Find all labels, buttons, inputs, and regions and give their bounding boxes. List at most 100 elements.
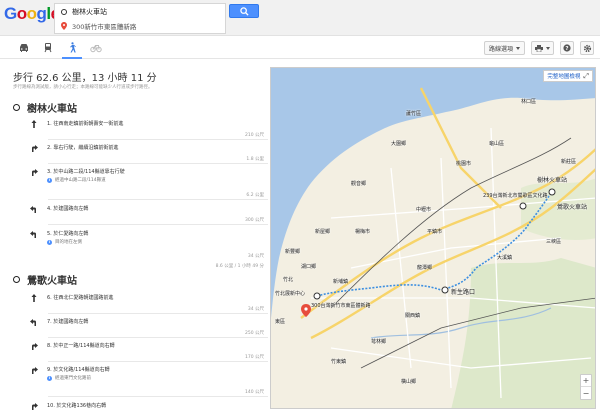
step-sub-text: 目的地在左側 bbox=[55, 240, 82, 245]
google-logo[interactable]: Google bbox=[4, 4, 60, 24]
step-distance: 1.8 公里 bbox=[246, 157, 264, 162]
map-label: 239台灣新北市鶯歌區文化路 bbox=[483, 193, 548, 199]
step-number: 8. bbox=[47, 343, 52, 349]
chevron-down-icon bbox=[516, 46, 520, 50]
step-number: 9. bbox=[47, 367, 52, 373]
map-label: 中壢市 bbox=[416, 207, 432, 213]
transit-mode-button[interactable] bbox=[42, 42, 54, 53]
divider bbox=[48, 361, 268, 362]
turn-left-arrow-icon bbox=[30, 231, 36, 238]
step-text: 往西北仁愛路朝建國路前進 bbox=[53, 295, 114, 301]
map-view[interactable]: 完整地圖檢視 ⤢ 林口區 蘆竹區 新莊區 大園鄉 桃園市 龜山區 樹林火車站 2… bbox=[270, 67, 596, 409]
info-icon: i bbox=[47, 239, 52, 245]
svg-text:?: ? bbox=[565, 46, 568, 52]
map-label: 大溪鎮 bbox=[497, 255, 513, 261]
step-sub-info: i 經過東門文化路前 bbox=[47, 375, 91, 381]
group-total: 8.6 公里 / 1 小時 49 分 bbox=[215, 264, 264, 269]
waypoint-place[interactable]: 鶯歌火車站 bbox=[13, 272, 77, 287]
origin-row[interactable]: 樹林火車站 bbox=[61, 5, 107, 19]
origin-circle-icon bbox=[61, 9, 67, 15]
map-label: 芎林鄉 bbox=[371, 339, 387, 345]
map-label: 湖口鄉 bbox=[301, 264, 317, 270]
car-mode-button[interactable] bbox=[18, 42, 30, 53]
transit-icon bbox=[44, 43, 52, 53]
travel-mode-bar: 路線選項 ? bbox=[0, 37, 600, 59]
turn-right-arrow-icon bbox=[32, 343, 38, 350]
search-button[interactable] bbox=[229, 4, 259, 18]
directions-panel: 步行 62.6 公里，13 小時 11 分 步行路線為測試版，請小心行走；本路線… bbox=[0, 60, 268, 413]
map-label: 大園鄉 bbox=[391, 141, 407, 147]
route-options-button[interactable]: 路線選項 bbox=[483, 41, 525, 55]
step-sub-text: 經過東門文化路前 bbox=[55, 376, 91, 381]
map-label: 樹林火車站 bbox=[537, 177, 568, 184]
straight-arrow-icon bbox=[31, 120, 37, 128]
map-label: 新生路口 bbox=[451, 289, 476, 296]
search-icon bbox=[240, 7, 249, 16]
zoom-control: + − bbox=[580, 374, 592, 400]
step-number: 3. bbox=[47, 169, 52, 175]
map-label: 龍潭鄉 bbox=[417, 265, 433, 271]
map-label: 東區 bbox=[275, 319, 286, 325]
step-number: 1. bbox=[47, 121, 52, 127]
map-label: 觀音鄉 bbox=[351, 181, 367, 187]
step-text: 靠右行駛，繼續沿鎮前街前進 bbox=[53, 145, 119, 151]
step-number: 6. bbox=[47, 295, 52, 301]
bike-icon bbox=[90, 45, 102, 53]
destination-pin-icon bbox=[61, 22, 67, 30]
walk-mode-button[interactable] bbox=[62, 42, 82, 59]
start-place[interactable]: 樹林火車站 bbox=[13, 100, 77, 115]
step-text: 於建國路向左轉 bbox=[53, 206, 89, 212]
map-label: 桃園市 bbox=[456, 161, 472, 167]
turn-left-arrow-icon bbox=[30, 319, 36, 326]
divider bbox=[48, 199, 268, 200]
step-text: 於文化路136巷向右轉 bbox=[56, 403, 107, 409]
map-label: 橫山鄉 bbox=[401, 379, 417, 385]
map-label: 竹北 bbox=[283, 277, 294, 283]
walking-note: 步行路線為測試版，請小心行走；本路線可能缺少人行道或步行路徑。 bbox=[13, 85, 153, 90]
full-map-button[interactable]: 完整地圖檢視 ⤢ bbox=[543, 70, 593, 82]
step-distance: 34 公尺 bbox=[247, 307, 264, 312]
route-options-label: 路線選項 bbox=[488, 45, 513, 53]
settings-button[interactable] bbox=[580, 41, 594, 55]
info-icon: i bbox=[47, 375, 52, 381]
step-number: 2. bbox=[47, 145, 52, 151]
info-icon: i bbox=[47, 177, 52, 183]
print-button[interactable] bbox=[531, 41, 554, 55]
waypoint-place-name: 鶯歌火車站 bbox=[27, 276, 77, 287]
map-label: 龜山區 bbox=[489, 141, 505, 147]
step-number: 5. bbox=[47, 231, 52, 237]
divider bbox=[48, 224, 268, 225]
step-distance: 140 公尺 bbox=[244, 390, 264, 395]
place-circle-icon bbox=[13, 104, 20, 111]
step-distance: 34 公尺 bbox=[247, 254, 264, 259]
step-text: 於仁愛路向左轉 bbox=[53, 231, 89, 237]
turn-left-arrow-icon bbox=[30, 206, 36, 213]
step-sub-info: i 經過中山路二段/114縣道 bbox=[47, 177, 106, 183]
step-distance: 210 公尺 bbox=[244, 133, 264, 138]
step-sub-text: 經過中山路二段/114縣道 bbox=[55, 178, 106, 183]
full-map-label: 完整地圖檢視 bbox=[547, 74, 581, 80]
help-icon: ? bbox=[563, 44, 571, 52]
turn-right-arrow-icon bbox=[32, 145, 38, 152]
origin-input[interactable]: 樹林火車站 bbox=[72, 7, 107, 17]
divider bbox=[48, 313, 268, 314]
map-label: 三峽區 bbox=[546, 239, 562, 245]
map-label: 楊梅市 bbox=[355, 229, 371, 235]
walk-icon bbox=[70, 42, 76, 53]
start-place-name: 樹林火車站 bbox=[27, 104, 77, 115]
gear-icon bbox=[583, 44, 591, 52]
map-label: 平鎮市 bbox=[427, 229, 443, 235]
map-label: 關西鎮 bbox=[405, 313, 421, 319]
help-button[interactable]: ? bbox=[560, 41, 574, 55]
map-label: 林口區 bbox=[521, 99, 537, 105]
zoom-out-button[interactable]: − bbox=[581, 387, 591, 399]
chevron-down-icon bbox=[546, 46, 550, 50]
destination-row[interactable]: 300新竹市東區體新路 bbox=[61, 19, 136, 33]
step-number: 10. bbox=[47, 403, 55, 409]
zoom-in-button[interactable]: + bbox=[581, 375, 591, 387]
divider bbox=[48, 163, 268, 164]
bike-mode-button[interactable] bbox=[90, 42, 102, 53]
destination-input[interactable]: 300新竹市東區體新路 bbox=[72, 21, 136, 31]
step-distance: 300 公尺 bbox=[244, 218, 264, 223]
map-label: 鶯歌火車站 bbox=[557, 204, 588, 211]
